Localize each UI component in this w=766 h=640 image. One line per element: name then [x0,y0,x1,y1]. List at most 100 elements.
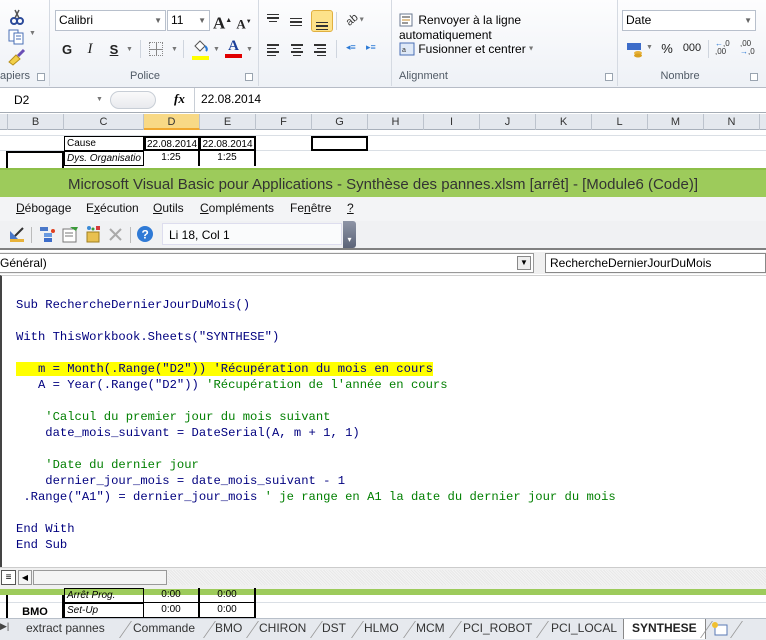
insert-function-button[interactable]: fx [174,91,190,107]
column-header-d[interactable]: D [144,114,200,130]
align-left-button[interactable] [267,42,281,58]
accounting-format-button[interactable]: ▼ [626,40,654,58]
column-header-c[interactable]: C [64,114,144,130]
procedure-combo[interactable]: RechercheDernierJourDuMois [545,253,766,273]
align-bottom-button[interactable] [311,10,333,32]
project-explorer-button[interactable] [38,225,56,243]
font-size-combo[interactable]: 11 ▼ [167,10,210,31]
underline-dropdown[interactable]: ▼ [126,46,133,53]
cell-d2[interactable]: 22.08.2014 [144,136,200,151]
tab-scroll-last-button[interactable]: ▶| [0,621,12,632]
toolbox-button[interactable] [107,225,125,243]
align-top-button[interactable] [267,11,285,29]
object-combo[interactable]: Général) ▼ [0,253,534,273]
object-browser-button[interactable] [84,225,102,243]
tab-commande[interactable]: Commande [127,619,201,639]
cell-e3[interactable]: 1:25 [200,151,256,166]
borders-dropdown[interactable]: ▼ [171,46,178,53]
cell-e2[interactable]: 22.08.2014 [200,136,256,151]
tab-chiron[interactable]: CHIRON [253,619,312,639]
grow-font-button[interactable]: A▲ [213,10,232,33]
column-header-l[interactable]: L [592,114,648,130]
menu-help[interactable]: ? [347,201,354,215]
cell-g2[interactable] [311,136,368,151]
font-name-combo[interactable]: Calibri ▼ [55,10,166,31]
chevron-down-icon[interactable]: ▼ [517,256,531,270]
full-module-view-button[interactable]: ≡ [1,570,16,585]
code-editor[interactable]: Sub RechercheDernierJourDuMois() With Th… [0,275,766,567]
percent-button[interactable]: % [660,38,674,59]
column-header-h[interactable]: H [368,114,424,130]
alignment-launcher[interactable] [605,73,613,81]
menu-debogage[interactable]: Débogage [16,201,71,215]
column-header-k[interactable]: K [536,114,592,130]
tab-bmo[interactable]: BMO [209,619,248,639]
menu-outils[interactable]: Outils [153,201,184,215]
underline-button[interactable]: S [107,39,121,60]
properties-button[interactable] [61,225,79,243]
cell-e-arret[interactable]: 0:00 [200,588,256,603]
toolbar-options-handle[interactable]: ▾ [343,221,356,248]
italic-button[interactable]: I [83,39,97,60]
tab-pci-local[interactable]: PCI_LOCAL [545,619,623,639]
tab-mcm[interactable]: MCM [410,619,451,639]
column-header-m[interactable]: M [648,114,704,130]
increase-decimal-button[interactable]: ←,0,00 [715,40,735,56]
wrap-text-button[interactable]: Renvoyer à la ligne automatiquement [399,12,614,42]
orientation-button[interactable]: ab▼ [344,11,372,30]
number-format-combo[interactable]: Date ▼ [622,10,756,31]
tab-extract-pannes[interactable]: extract pannes [20,619,111,639]
cell-d-setup[interactable]: 0:00 [144,603,200,618]
column-header-g[interactable]: G [312,114,368,130]
fill-color-dropdown[interactable]: ▼ [213,46,220,53]
number-launcher[interactable] [750,73,758,81]
tab-synthese[interactable]: SYNTHESE [623,619,706,639]
column-header-j[interactable]: J [480,114,536,130]
formula-splitter[interactable] [110,91,156,109]
cut-button[interactable] [8,8,26,26]
cell-b-bmo[interactable]: BMO [6,595,64,618]
cell-b3[interactable] [6,151,64,168]
align-center-button[interactable] [291,42,305,58]
fill-color-button[interactable] [192,39,209,60]
cell-c3[interactable]: Dys. Organisatio [64,151,144,166]
help-button[interactable]: ? [136,225,154,243]
horizontal-scrollbar-track[interactable] [168,570,766,585]
cell-c-setup[interactable]: Set-Up [64,603,144,618]
tab-dst[interactable]: DST [316,619,352,639]
thousands-button[interactable]: 000 [680,38,704,59]
cell-c2[interactable]: Cause [64,136,144,151]
horizontal-scrollbar-thumb[interactable] [33,570,167,585]
formula-input[interactable]: 22.08.2014 [201,92,761,106]
cell-d-arret[interactable]: 0:00 [144,588,200,603]
cell-d3[interactable]: 1:25 [144,151,200,166]
menu-fenetre[interactable]: Fenêtre [290,201,331,215]
cell-c-arret[interactable]: Arrêt Prog. [64,588,144,603]
column-header-i[interactable]: I [424,114,480,130]
name-box[interactable]: D2 ▼ [0,90,108,110]
column-header-f[interactable]: F [256,114,312,130]
decrease-indent-button[interactable]: ◂≡ [346,42,360,53]
align-middle-button[interactable] [290,14,308,32]
insert-sheet-button[interactable] [710,621,730,637]
bold-button[interactable]: G [59,39,75,60]
design-mode-button[interactable] [8,225,26,243]
column-header-b[interactable]: B [8,114,64,130]
shrink-font-button[interactable]: A▼ [236,12,252,33]
font-color-button[interactable]: A [225,38,242,59]
format-painter-button[interactable] [7,48,27,66]
column-header-e[interactable]: E [200,114,256,130]
borders-button[interactable] [149,42,163,56]
menu-execution[interactable]: Exécution [86,201,139,215]
clipboard-launcher[interactable] [37,73,45,81]
increase-indent-button[interactable]: ▸≡ [366,42,380,53]
merge-center-button[interactable]: a Fusionner et centrer ▼ [399,41,539,59]
copy-button[interactable]: ▼ [7,28,37,46]
tab-pci-robot[interactable]: PCI_ROBOT [457,619,538,639]
font-launcher[interactable] [245,73,253,81]
decrease-decimal-button[interactable]: ,00 →,0 [740,40,760,56]
font-color-dropdown[interactable]: ▼ [246,46,253,53]
cell-e-setup[interactable]: 0:00 [200,603,256,618]
scroll-left-button[interactable]: ◀ [18,570,32,585]
column-header-n[interactable]: N [704,114,760,130]
